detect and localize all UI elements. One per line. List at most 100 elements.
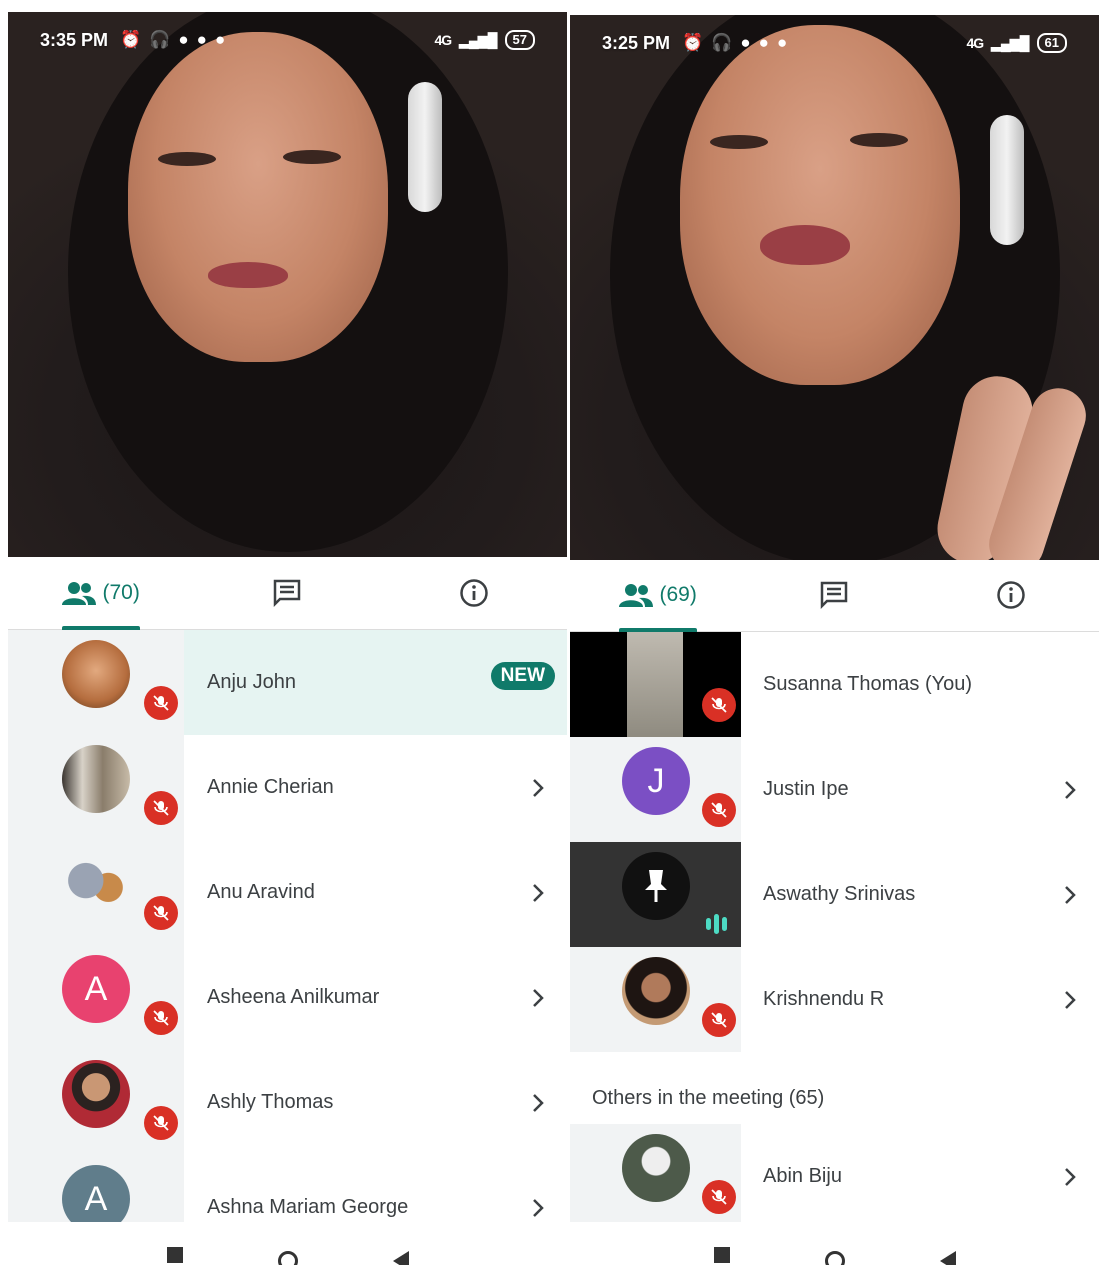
- people-icon: [619, 584, 654, 607]
- left-phone-screen: 3:35 PM ⏰ 🎧 ● ● ● 4G ▂▄▆█ 57 (70) Anju J…: [8, 0, 567, 1265]
- headphones-icon: 🎧: [711, 33, 733, 52]
- recents-button[interactable]: [713, 1247, 730, 1263]
- people-icon: [62, 582, 97, 605]
- people-count: (69): [659, 583, 697, 606]
- avatar: [62, 1060, 130, 1128]
- tab-people[interactable]: (69): [570, 559, 746, 632]
- chevron-right-icon[interactable]: [531, 840, 545, 945]
- main-video-feed[interactable]: [570, 15, 1099, 560]
- chat-notification-icon: ●: [758, 33, 769, 52]
- avatar: A: [62, 955, 130, 1023]
- network-label: 4G: [434, 32, 452, 48]
- participant-tile: [8, 630, 184, 735]
- participant-row[interactable]: Ashly Thomas: [8, 1050, 567, 1155]
- participant-tile: A: [8, 945, 184, 1050]
- mic-muted-icon: [144, 1106, 178, 1140]
- tab-chat[interactable]: [194, 557, 380, 629]
- chevron-right-icon[interactable]: [1063, 947, 1077, 1052]
- participant-name: Asheena Anilkumar: [207, 986, 380, 1008]
- location-icon: ●: [214, 30, 226, 49]
- avatar: [62, 745, 130, 813]
- main-video-feed[interactable]: [8, 12, 567, 557]
- chevron-right-icon[interactable]: [1063, 1124, 1077, 1229]
- status-time: 3:25 PM: [602, 32, 671, 53]
- tab-people[interactable]: (70): [8, 557, 194, 630]
- back-button[interactable]: [939, 1251, 956, 1265]
- network-label: 4G: [966, 35, 984, 51]
- avatar: [622, 1134, 690, 1202]
- tab-info[interactable]: [923, 559, 1099, 631]
- home-button[interactable]: [824, 1251, 845, 1265]
- info-icon: [460, 579, 488, 607]
- mic-muted-icon: [144, 896, 178, 930]
- participant-name: Anju John: [207, 671, 296, 693]
- participant-name: Justin Ipe: [763, 778, 849, 800]
- participant-tile: J: [570, 737, 741, 842]
- status-bar: 3:25 PM ⏰ 🎧 ● ● ● 4G ▂▄▆█ 61: [570, 15, 1099, 71]
- chevron-right-icon[interactable]: [531, 735, 545, 840]
- people-count: (70): [102, 581, 140, 604]
- chevron-right-icon[interactable]: [531, 1050, 545, 1155]
- participant-row[interactable]: Anju John NEW: [8, 630, 567, 735]
- mic-muted-icon: [144, 1001, 178, 1035]
- participant-tile: [8, 735, 184, 840]
- avatar: [62, 850, 130, 918]
- signal-icon: ▂▄▆█: [459, 31, 497, 48]
- headphones-icon: 🎧: [149, 30, 171, 49]
- audio-level-icon: [706, 914, 727, 934]
- status-time: 3:35 PM: [40, 29, 109, 50]
- participant-name: Ashly Thomas: [207, 1091, 334, 1113]
- participant-row[interactable]: Krishnendu R: [570, 947, 1099, 1052]
- participant-row[interactable]: Aswathy Srinivas: [570, 842, 1099, 947]
- avatar: J: [622, 747, 690, 815]
- pin-icon: [645, 870, 667, 902]
- chat-icon: [821, 581, 848, 610]
- alarm-icon: ⏰: [682, 33, 704, 52]
- notification-icon: ●: [740, 33, 751, 52]
- tab-chat[interactable]: [746, 559, 922, 631]
- others-section-header: Others in the meeting (65): [592, 1087, 825, 1109]
- participant-row[interactable]: Annie Cherian: [8, 735, 567, 840]
- meeting-tabs: (69): [570, 559, 1099, 632]
- self-video-thumbnail: [627, 632, 683, 737]
- participant-tile: [570, 947, 741, 1052]
- participant-tile: [570, 1124, 741, 1229]
- chevron-right-icon[interactable]: [1063, 842, 1077, 947]
- meeting-tabs: (70): [8, 557, 567, 630]
- back-button[interactable]: [392, 1251, 409, 1265]
- chat-icon: [274, 579, 301, 608]
- participant-name: Annie Cherian: [207, 776, 334, 798]
- info-icon: [997, 581, 1025, 609]
- participant-list[interactable]: Anju John NEW Annie Cherian Anu Aravind …: [8, 630, 567, 1260]
- participant-row[interactable]: Susanna Thomas (You): [570, 632, 1099, 737]
- android-nav-bar: [570, 1222, 1099, 1265]
- signal-icon: ▂▄▆█: [991, 34, 1029, 51]
- mic-muted-icon: [144, 791, 178, 825]
- participant-row[interactable]: J Justin Ipe: [570, 737, 1099, 842]
- new-badge: NEW: [490, 662, 555, 690]
- participant-list[interactable]: Susanna Thomas (You) J Justin Ipe Aswath…: [570, 632, 1099, 1229]
- recents-button[interactable]: [166, 1247, 183, 1263]
- participant-name: Susanna Thomas (You): [763, 673, 973, 695]
- participant-row[interactable]: Anu Aravind: [8, 840, 567, 945]
- participant-row[interactable]: A Asheena Anilkumar: [8, 945, 567, 1050]
- participant-name: Anu Aravind: [207, 881, 315, 903]
- chevron-right-icon[interactable]: [1063, 737, 1077, 842]
- participant-name: Aswathy Srinivas: [763, 883, 916, 905]
- battery-level: 61: [1036, 33, 1067, 53]
- chevron-right-icon[interactable]: [531, 945, 545, 1050]
- avatar: [622, 957, 690, 1025]
- mic-muted-icon: [702, 1003, 736, 1037]
- android-nav-bar: [8, 1222, 567, 1265]
- mic-muted-icon: [702, 1180, 736, 1214]
- participant-row[interactable]: Abin Biju: [570, 1124, 1099, 1229]
- alarm-icon: ⏰: [120, 30, 142, 49]
- home-button[interactable]: [277, 1251, 298, 1265]
- participant-tile: [8, 1050, 184, 1155]
- tab-info[interactable]: [381, 557, 567, 629]
- participant-tile: [570, 842, 741, 947]
- chat-notification-icon: ●: [196, 30, 207, 49]
- mic-muted-icon: [702, 793, 736, 827]
- battery-level: 57: [504, 30, 535, 50]
- right-phone-screen: 3:25 PM ⏰ 🎧 ● ● ● 4G ▂▄▆█ 61 (69) Susann…: [570, 0, 1099, 1265]
